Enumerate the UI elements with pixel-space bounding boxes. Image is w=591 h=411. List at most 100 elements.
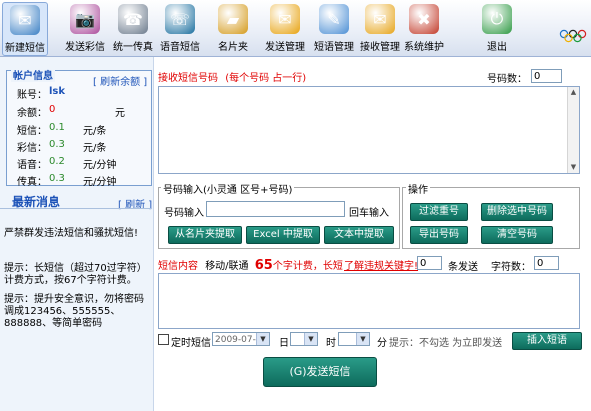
toolbar: ✉ 新建短信 📷 发送彩信 ☎ 统一传真 ☏ 语音短信 ▰ 名片夹 ✉ 发送管理 ✎ 短语管理 ✉ 接收管理 ✖… <box>0 0 591 57</box>
recipients-textarea[interactable]: ▲ ▼ <box>158 86 580 174</box>
toolbar-button-recv-mgr[interactable]: ✉ 接收管理 <box>352 2 408 54</box>
toolbar-label: 系统维护 <box>404 42 444 53</box>
chevron-down-icon[interactable]: ▼ <box>256 333 269 345</box>
recipients-scrollbar[interactable]: ▲ ▼ <box>567 87 579 173</box>
envelope-icon: ✉ <box>10 5 40 35</box>
news-tip-security: 提示：提升安全意识，勿将密码调成123456、555555、888888、等简单… <box>4 294 144 329</box>
folder-icon: ▰ <box>218 4 248 34</box>
toolbar-label: 名片夹 <box>218 42 248 53</box>
schedule-hint: 提示：不勾选 为立即发送 <box>389 338 503 349</box>
schedule-date-picker[interactable]: 2009-07-23 ▼ <box>212 332 270 346</box>
tools-icon: ✖ <box>409 4 439 34</box>
phone-icon: ☏ <box>165 4 195 34</box>
recipients-hint: (每个号码 占一行) <box>225 73 307 84</box>
balance-value: 0 <box>49 104 56 115</box>
book-pen-icon: ✎ <box>319 4 349 34</box>
export-numbers-button[interactable]: 导出号码 <box>410 226 468 244</box>
rate-value: 0.2 <box>49 156 65 167</box>
rate-label: 语音： <box>17 160 47 171</box>
number-input-field[interactable] <box>206 201 345 217</box>
rate-label: 传真： <box>17 177 47 188</box>
toolbar-button-fax[interactable]: ☎ 统一传真 <box>108 2 158 54</box>
chevron-down-icon[interactable]: ▼ <box>356 333 369 345</box>
import-from-cards-button[interactable]: 从名片夹提取 <box>168 226 242 244</box>
recipient-count-field: 0 <box>531 69 562 83</box>
balance-unit: 元 <box>115 108 125 119</box>
account-value: lsk <box>49 86 66 97</box>
account-panel: 帐户信息 [ 刷新余额 ] 账号： lsk 余额： 0 元 短信： 0.1 元/条彩… <box>6 67 152 188</box>
rate-value: 0.1 <box>49 122 65 133</box>
news-divider <box>0 208 151 209</box>
toolbar-label: 发送彩信 <box>65 42 105 53</box>
filter-duplicates-button[interactable]: 过滤重号 <box>410 203 468 221</box>
content-label: 短信内容 <box>158 261 198 272</box>
rate-unit: 元/条 <box>83 143 107 154</box>
toolbar-button-send-mgr[interactable]: ✉ 发送管理 <box>258 2 312 54</box>
toolbar-button-send-mms[interactable]: 📷 发送彩信 <box>57 2 113 54</box>
news-tip-billing: 提示：长短信（超过70过字符）计费方式，按67个字符计费。 <box>4 263 147 286</box>
clear-numbers-button[interactable]: 清空号码 <box>481 226 553 244</box>
schedule-checkbox[interactable] <box>158 334 169 345</box>
scroll-down-icon[interactable]: ▼ <box>569 163 578 172</box>
toolbar-button-cards[interactable]: ▰ 名片夹 <box>213 2 253 54</box>
day-label: 日 <box>279 338 289 349</box>
rate-value: 0.3 <box>49 139 65 150</box>
scroll-up-icon[interactable]: ▲ <box>569 88 578 97</box>
mail-send-icon: ✉ <box>270 4 300 34</box>
billing-text: 个字计费，长短 <box>272 261 343 272</box>
hour-label: 时 <box>326 338 336 349</box>
chevron-down-icon[interactable]: ▼ <box>304 333 317 345</box>
violation-keywords-link[interactable]: 了解违规关键字! <box>344 257 418 272</box>
account-label: 账号： <box>17 90 47 101</box>
rate-value: 0.3 <box>49 173 65 184</box>
number-input-label: 号码输入 <box>164 208 204 219</box>
balance-label: 余额： <box>17 108 47 119</box>
account-title: 帐户信息 <box>11 67 55 82</box>
operations-legend: 操作 <box>406 181 430 196</box>
rate-label: 短信： <box>17 126 47 137</box>
news-notice: 严禁群发违法短信和骚扰短信! <box>4 228 139 239</box>
char-count-field: 0 <box>534 256 559 270</box>
enter-hint: 回车输入 <box>349 208 389 219</box>
olympic-rings-logo <box>559 29 587 43</box>
toolbar-button-new-sms[interactable]: ✉ 新建短信 <box>2 2 48 56</box>
camera-icon: 📷 <box>70 4 100 34</box>
toolbar-label: 新建短信 <box>5 43 45 54</box>
send-count-field: 0 <box>417 256 442 270</box>
send-count-unit: 条发送 <box>448 262 478 273</box>
day-select[interactable]: ▼ <box>290 332 318 346</box>
recipient-count-label: 号码数： <box>487 74 527 85</box>
insert-phrase-button[interactable]: 插入短语 <box>512 332 582 350</box>
recipients-title: 接收短信号码 <box>158 73 218 84</box>
toolbar-label: 退出 <box>487 42 507 53</box>
message-textarea[interactable] <box>158 273 580 329</box>
toolbar-label: 接收管理 <box>360 42 400 53</box>
toolbar-button-voice[interactable]: ☏ 语音短信 <box>156 2 204 54</box>
refresh-balance-link[interactable]: [ 刷新余额 ] <box>93 73 147 88</box>
recipients-header: 接收短信号码 (每个号码 占一行) <box>158 69 306 84</box>
billing-char-count: 65 <box>254 258 273 273</box>
toolbar-label: 语音短信 <box>160 42 200 53</box>
content-header: 短信内容 移动/联通 65个字计费，长短 <box>158 257 343 273</box>
rate-unit: 元/条 <box>83 126 107 137</box>
rate-label: 彩信： <box>17 143 47 154</box>
rate-unit: 元/分钟 <box>83 160 117 171</box>
mail-receive-icon: ✉ <box>365 4 395 34</box>
schedule-label: 定时短信 <box>171 338 211 349</box>
import-from-excel-button[interactable]: Excel 中提取 <box>246 226 320 244</box>
send-sms-button[interactable]: (G)发送短信 <box>263 357 377 387</box>
char-count-label: 字符数： <box>491 262 531 273</box>
minute-label: 分 <box>377 338 387 349</box>
rate-unit: 元/分钟 <box>83 177 117 188</box>
carrier-label: 移动/联通 <box>205 261 249 272</box>
toolbar-button-exit[interactable]: ⏻ 退出 <box>475 2 519 54</box>
power-icon: ⏻ <box>482 4 512 34</box>
toolbar-button-maint[interactable]: ✖ 系统维护 <box>401 2 447 54</box>
delete-selected-button[interactable]: 删除选中号码 <box>481 203 553 221</box>
fax-icon: ☎ <box>118 4 148 34</box>
hour-select[interactable]: ▼ <box>338 332 370 346</box>
toolbar-label: 统一传真 <box>113 42 153 53</box>
toolbar-label: 发送管理 <box>265 42 305 53</box>
number-input-legend: 号码输入(小灵通 区号+号码) <box>161 181 295 196</box>
import-from-text-button[interactable]: 文本中提取 <box>324 226 394 244</box>
